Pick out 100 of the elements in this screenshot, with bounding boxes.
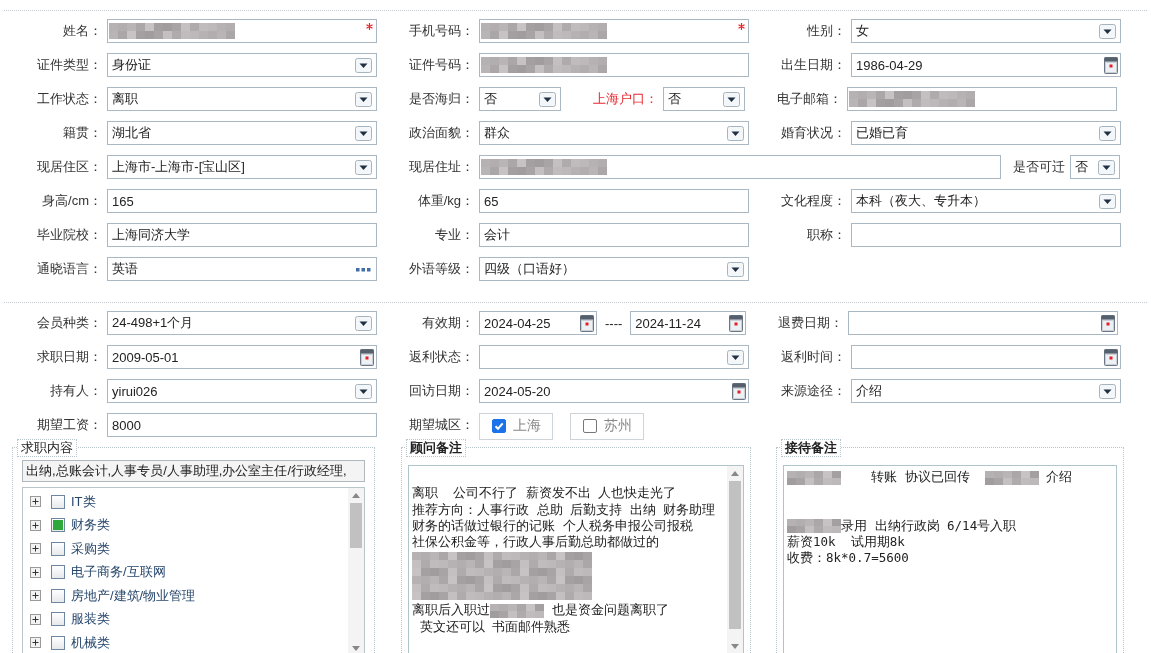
dropdown[interactable]: yirui026 — [107, 379, 377, 403]
dropdown[interactable]: 否 — [479, 87, 561, 111]
selection-field[interactable]: 出纳,总账会计,人事专员/人事助理,办公室主任/行政经理, — [22, 460, 365, 482]
field-label: 婚育状况： — [780, 124, 846, 142]
calendar-icon[interactable] — [580, 315, 594, 332]
expander-icon[interactable] — [30, 566, 41, 578]
date-field[interactable]: 2024-05-20 — [479, 379, 749, 403]
field-label: 外语等级： — [408, 260, 474, 278]
field-label: 电子邮箱： — [776, 90, 842, 108]
field-label: 求职日期： — [36, 348, 102, 366]
field-label: 现居住区： — [36, 158, 102, 176]
field-label: 回访日期： — [408, 382, 474, 400]
calendar-icon[interactable] — [1104, 57, 1118, 74]
more-icon[interactable] — [356, 268, 371, 272]
calendar-icon[interactable] — [729, 315, 744, 332]
scroll-thumb[interactable] — [729, 481, 741, 629]
scroll-up-icon[interactable] — [352, 493, 360, 498]
calendar-icon[interactable] — [1101, 315, 1116, 332]
tree-item[interactable]: 电子商务/互联网 — [71, 563, 166, 582]
dropdown[interactable]: 四级（口语好） — [479, 257, 749, 281]
notes-textarea[interactable]: 转账 协议已回传 介绍 录用 出纳行政岗 6/14号入职 薪资10k 试用期8k 收费：8k*0.7=5600 — [783, 465, 1117, 653]
field-label: 工作状态： — [36, 90, 102, 108]
expander-icon[interactable] — [30, 543, 41, 555]
scroll-down-icon[interactable] — [731, 644, 739, 649]
text-field[interactable] — [479, 19, 749, 43]
checkbox[interactable] — [51, 635, 65, 650]
field-label: 返利时间： — [780, 348, 846, 366]
dropdown[interactable]: 否 — [663, 87, 745, 111]
checkbox[interactable] — [51, 612, 65, 627]
lookup-field[interactable]: 英语 — [107, 257, 377, 281]
blurred-text-drawing — [490, 604, 544, 618]
tree-item[interactable]: 财务类 — [71, 516, 110, 535]
date-field[interactable]: 1986-04-29 — [851, 53, 1121, 77]
scrollbar[interactable] — [727, 466, 743, 653]
text-field[interactable] — [107, 19, 377, 43]
text-field[interactable]: 8000 — [107, 413, 377, 437]
dropdown[interactable]: 已婚已育 — [851, 121, 1121, 145]
date-field[interactable]: 2024-04-25 — [479, 311, 597, 335]
text-field[interactable]: 会计 — [479, 223, 749, 247]
expander-icon[interactable] — [30, 590, 41, 602]
text-field[interactable]: 165 — [107, 189, 377, 213]
date-field[interactable]: 2009-05-01 — [107, 345, 377, 369]
expander-icon[interactable] — [30, 613, 41, 625]
dropdown[interactable]: 否 — [1070, 155, 1120, 179]
dropdown[interactable]: 介绍 — [851, 379, 1121, 403]
field-label: 证件类型： — [36, 56, 102, 74]
field-label: 是否可迁 — [1013, 158, 1065, 176]
checkbox[interactable] — [51, 494, 65, 509]
dropdown[interactable]: 身份证 — [107, 53, 377, 77]
tree-item[interactable]: 服装类 — [71, 610, 110, 629]
expander-icon[interactable] — [30, 637, 41, 649]
text-field[interactable]: 上海同济大学 — [107, 223, 377, 247]
scrollbar[interactable] — [348, 488, 364, 653]
checkbox[interactable] — [51, 588, 65, 603]
dropdown[interactable]: 本科（夜大、专升本） — [851, 189, 1121, 213]
calendar-icon[interactable] — [1104, 349, 1118, 366]
checkbox[interactable] — [583, 419, 597, 433]
scroll-down-icon[interactable] — [352, 646, 360, 651]
field-label: 职称： — [806, 226, 846, 244]
dropdown[interactable]: 离职 — [107, 87, 377, 111]
calendar-icon[interactable] — [360, 349, 374, 366]
field-label: 手机号码： — [408, 22, 474, 40]
scroll-up-icon[interactable] — [731, 471, 739, 476]
tree-item[interactable]: 房地产/建筑/物业管理 — [71, 586, 196, 605]
field-label: 通晓语言： — [36, 260, 102, 278]
field-label: 会员种类： — [36, 314, 102, 332]
tree-item[interactable]: 采购类 — [71, 539, 110, 558]
dropdown[interactable]: 湖北省 — [107, 121, 377, 145]
dropdown[interactable]: 上海市-上海市-[宝山区] — [107, 155, 377, 179]
field-label: 上海户口： — [592, 90, 658, 108]
expander-icon[interactable] — [30, 519, 41, 531]
calendar-icon[interactable] — [732, 383, 746, 400]
checkbox-option[interactable]: 苏州 — [570, 412, 644, 440]
date-field[interactable] — [848, 311, 1119, 335]
checkbox-option[interactable]: 上海 — [479, 412, 553, 440]
tree-item[interactable]: 机械类 — [71, 633, 110, 652]
text-field[interactable] — [479, 53, 749, 77]
panel-legend: 求职内容 — [17, 439, 77, 457]
dropdown[interactable]: 女 — [851, 19, 1121, 43]
note-line: 社保公积金等，行政人事后勤总助都做过的 — [412, 534, 660, 551]
checkbox[interactable] — [492, 419, 506, 433]
text-field[interactable] — [851, 223, 1121, 247]
dropdown[interactable]: 24-498+1个月 — [107, 311, 377, 335]
text-field[interactable] — [479, 155, 1001, 179]
tree-item[interactable]: IT类 — [71, 492, 96, 511]
dropdown[interactable]: 群众 — [479, 121, 749, 145]
field-label: 体重/kg： — [416, 192, 474, 210]
checkbox[interactable] — [51, 565, 65, 580]
date-field[interactable]: 2024-11-24 — [630, 311, 747, 335]
scroll-thumb[interactable] — [350, 503, 362, 548]
text-field[interactable]: 65 — [479, 189, 749, 213]
field-label: 性别： — [806, 22, 846, 40]
expander-icon[interactable] — [30, 496, 41, 508]
checkbox[interactable] — [51, 518, 65, 533]
notes-textarea[interactable]: 离职 公司不行了 薪资发不出 人也快走光了 推荐方向：人事行政 总助 后勤支持 出纳 财务助理 财务的话做过银行的记账 个人税务申报公司报税 社保公积金等，行政人事后勤总助都做过的 离职后入职过 也是资金问题离职了 英文还可以 书面邮件熟悉 — [408, 465, 744, 653]
checkbox[interactable] — [51, 541, 65, 556]
note-line: 转账 协议已回传 介绍 — [787, 469, 1113, 486]
date-field[interactable] — [851, 345, 1121, 369]
text-field[interactable] — [847, 87, 1117, 111]
field-label: 证件号码： — [408, 56, 474, 74]
